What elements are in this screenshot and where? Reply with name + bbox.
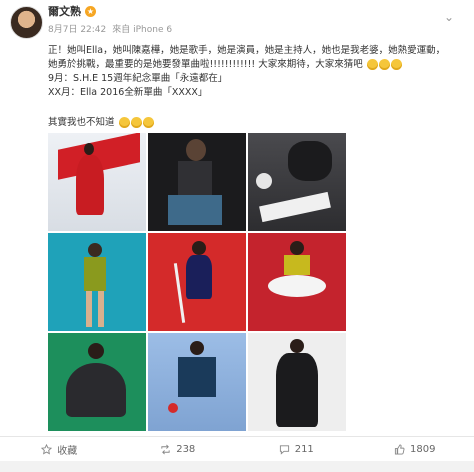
post-source: 來自 iPhone 6 <box>112 25 173 35</box>
comment-icon <box>279 444 289 455</box>
emoji-icon <box>130 117 142 128</box>
post-text-line4: 其實我也不知道 <box>48 117 115 128</box>
photo-7[interactable] <box>48 333 146 431</box>
post-text-line4-wrap: 其實我也不知道 <box>48 116 448 130</box>
comment-button[interactable]: 211 <box>237 437 356 461</box>
favorite-button[interactable]: 收藏 <box>0 437 119 461</box>
chevron-down-icon[interactable]: ⌄ <box>444 10 454 24</box>
favorite-label: 收藏 <box>57 445 78 457</box>
post-text-line2: 9月：S.H.E 15週年紀念單曲「永遠都在」 <box>48 73 228 84</box>
photo-4[interactable] <box>48 233 146 331</box>
feed-gap <box>0 461 474 472</box>
repost-icon <box>161 444 170 454</box>
emoji-icon <box>142 117 154 128</box>
repost-button[interactable]: 238 <box>119 437 238 461</box>
photo-5[interactable] <box>148 233 246 331</box>
photo-grid <box>48 133 346 431</box>
post-text-main: 正！她叫Ella，她叫陳嘉樺，她是歌手，她是演員，她是主持人，她也是我老婆，她熱… <box>48 44 448 72</box>
photo-1[interactable] <box>48 133 146 231</box>
action-bar: 收藏 238 211 1809 <box>0 436 474 461</box>
photo-6[interactable] <box>248 233 346 331</box>
like-icon <box>394 443 405 455</box>
emoji-icon <box>390 59 402 70</box>
photo-3[interactable] <box>248 133 346 231</box>
vip-icon: ★ <box>85 5 96 17</box>
emoji-icon <box>366 59 378 70</box>
avatar[interactable] <box>10 6 43 39</box>
username[interactable]: 爾文熟 <box>48 3 81 19</box>
author-row: 爾文熟 ★ <box>48 3 96 19</box>
like-button[interactable]: 1809 <box>356 437 474 461</box>
photo-2[interactable] <box>148 133 246 231</box>
post-time: 8月7日 22:42 <box>48 25 107 35</box>
emoji-icon <box>378 59 390 70</box>
photo-9[interactable] <box>248 333 346 431</box>
emoji-icon <box>118 117 130 128</box>
weibo-post-card: 爾文熟 ★ 8月7日 22:42 來自 iPhone 6 ⌄ 正！她叫Ella，… <box>0 0 474 472</box>
photo-8[interactable] <box>148 333 246 431</box>
repost-count: 238 <box>176 443 196 455</box>
comment-count: 211 <box>294 443 314 455</box>
star-icon <box>41 443 53 455</box>
like-count: 1809 <box>410 443 436 455</box>
post-meta: 8月7日 22:42 來自 iPhone 6 <box>48 22 172 35</box>
post-text-line3: XX月：Ella 2016全新單曲「XXXX」 <box>48 87 208 98</box>
